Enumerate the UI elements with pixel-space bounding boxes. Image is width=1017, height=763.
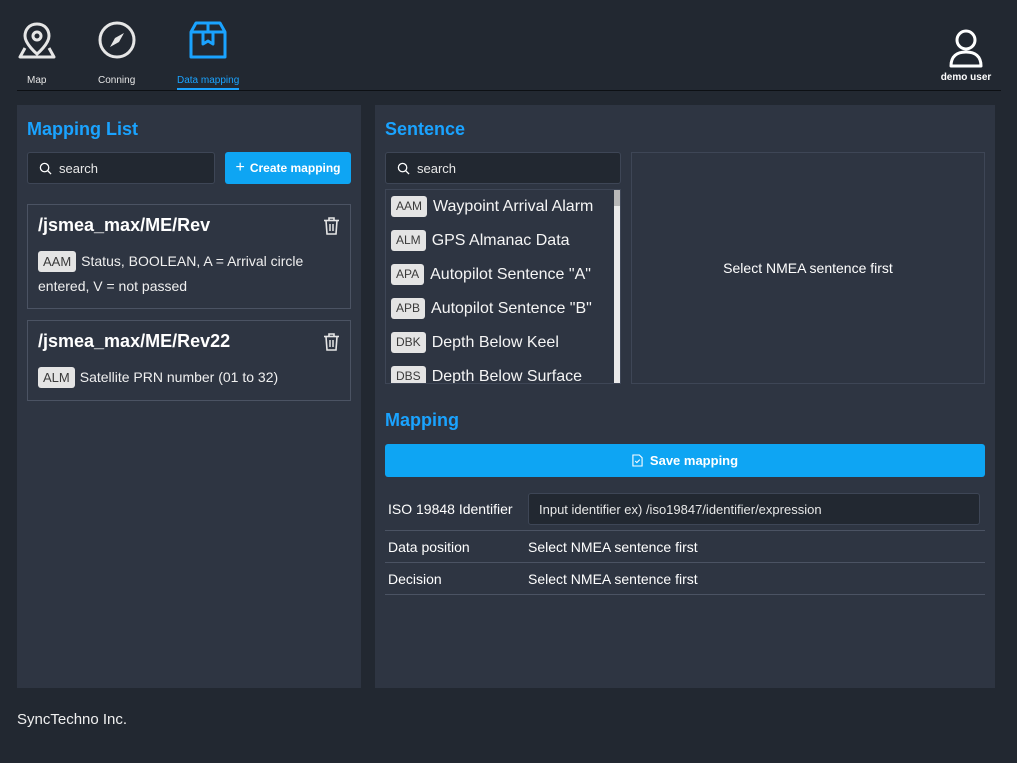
mapping-search-input[interactable] xyxy=(59,160,214,176)
mapping-card-body: ALM Satellite PRN number (01 to 32) xyxy=(38,365,340,390)
create-mapping-button[interactable]: + Create mapping xyxy=(225,152,351,184)
sentence-code-badge: DBS xyxy=(391,366,426,383)
data-position-row: Data position Select NMEA sentence first xyxy=(385,531,985,563)
decision-value: Select NMEA sentence first xyxy=(528,571,698,587)
mapping-card-description: Status, BOOLEAN, A = Arrival circle ente… xyxy=(38,253,304,294)
sentence-code-badge: AAM xyxy=(38,251,77,272)
mapping-card[interactable]: /jsmea_max/ME/Rev AAM Status, BOOLEAN, A … xyxy=(27,204,351,309)
nav-item-map[interactable]: Map xyxy=(17,0,57,90)
list-item[interactable]: AAM Waypoint Arrival Alarm xyxy=(391,196,593,217)
data-position-value: Select NMEA sentence first xyxy=(528,539,698,555)
footer-company: SyncTechno Inc. xyxy=(17,711,128,728)
top-navigation: Map Conning Data mapping demo user xyxy=(17,0,1001,91)
save-mapping-label: Save mapping xyxy=(649,453,739,468)
file-check-icon xyxy=(632,454,643,467)
mapping-search-box xyxy=(27,152,215,184)
compass-icon xyxy=(98,21,136,59)
mapping-list-title: Mapping List xyxy=(27,119,138,139)
identifier-label: ISO 19848 Identifier xyxy=(388,501,513,517)
list-item[interactable]: DBS Depth Below Surface xyxy=(391,366,582,384)
list-item[interactable]: ALM GPS Almanac Data xyxy=(391,230,570,251)
sentence-name: GPS Almanac Data xyxy=(431,231,570,249)
mapping-title: Mapping xyxy=(385,410,459,430)
search-icon xyxy=(397,162,410,175)
sentence-code-badge: AAM xyxy=(391,196,428,217)
box-icon xyxy=(189,21,227,59)
sentence-code-badge: ALM xyxy=(38,367,75,388)
sentence-detail-placeholder: Select NMEA sentence first xyxy=(723,260,893,276)
sentence-name: Depth Below Surface xyxy=(431,367,582,384)
nav-label-data-mapping: Data mapping xyxy=(177,75,240,86)
nav-label-map: Map xyxy=(27,75,47,86)
sentence-name: Autopilot Sentence "A" xyxy=(430,265,591,283)
list-item[interactable]: DBK Depth Below Keel xyxy=(391,332,559,353)
data-position-label: Data position xyxy=(388,539,470,555)
scrollbar[interactable] xyxy=(614,190,620,383)
mapping-card-description: Satellite PRN number (01 to 32) xyxy=(79,369,279,385)
search-icon xyxy=(39,162,52,175)
sentence-detail-box: Select NMEA sentence first xyxy=(631,152,985,384)
nav-label-conning: Conning xyxy=(98,75,136,86)
sentence-title: Sentence xyxy=(385,119,466,139)
mapping-list-panel: Mapping List + Create mapping /jsmea_max… xyxy=(17,105,361,688)
mapping-card-body: AAM Status, BOOLEAN, A = Arrival circle e… xyxy=(38,249,340,299)
nav-item-data-mapping[interactable]: Data mapping xyxy=(177,0,239,90)
create-mapping-label: Create mapping xyxy=(249,161,341,175)
sentence-list: AAM Waypoint Arrival Alarm ALM GPS Alman… xyxy=(385,189,621,384)
nav-item-conning[interactable]: Conning xyxy=(97,0,137,90)
identifier-input[interactable] xyxy=(528,493,980,525)
trash-icon[interactable] xyxy=(323,333,340,351)
decision-label: Decision xyxy=(388,571,442,587)
mapping-card[interactable]: /jsmea_max/ME/Rev22 ALM Satellite PRN num… xyxy=(27,320,351,401)
active-tab-indicator xyxy=(177,88,239,90)
map-pin-icon xyxy=(18,22,56,59)
sentence-name: Depth Below Keel xyxy=(431,333,559,351)
mapping-card-title: /jsmea_max/ME/Rev22 xyxy=(38,331,231,351)
sentence-search-box xyxy=(385,152,621,184)
list-item[interactable]: APA Autopilot Sentence "A" xyxy=(391,264,591,285)
scrollbar-thumb[interactable] xyxy=(614,190,620,206)
mapping-card-title: /jsmea_max/ME/Rev xyxy=(38,215,211,235)
identifier-row: ISO 19848 Identifier xyxy=(385,493,985,531)
list-item[interactable]: APB Autopilot Sentence "B" xyxy=(391,298,592,319)
sentence-code-badge: ALM xyxy=(391,230,426,251)
decision-row: Decision Select NMEA sentence first xyxy=(385,563,985,595)
sentence-search-input[interactable] xyxy=(417,160,620,176)
sentence-code-badge: APA xyxy=(391,264,425,285)
plus-icon: + xyxy=(235,159,245,176)
sentence-code-badge: APB xyxy=(391,298,426,319)
user-icon xyxy=(949,29,983,68)
save-mapping-button[interactable]: Save mapping xyxy=(385,444,985,477)
user-menu[interactable]: demo user xyxy=(931,28,1001,83)
sentence-name: Waypoint Arrival Alarm xyxy=(433,197,594,215)
sentence-name: Autopilot Sentence "B" xyxy=(431,299,592,317)
sentence-code-badge: DBK xyxy=(391,332,426,353)
trash-icon[interactable] xyxy=(323,217,340,235)
user-name: demo user xyxy=(940,72,992,83)
sentence-panel: Sentence AAM Waypoint Arrival Alarm ALM … xyxy=(375,105,995,688)
